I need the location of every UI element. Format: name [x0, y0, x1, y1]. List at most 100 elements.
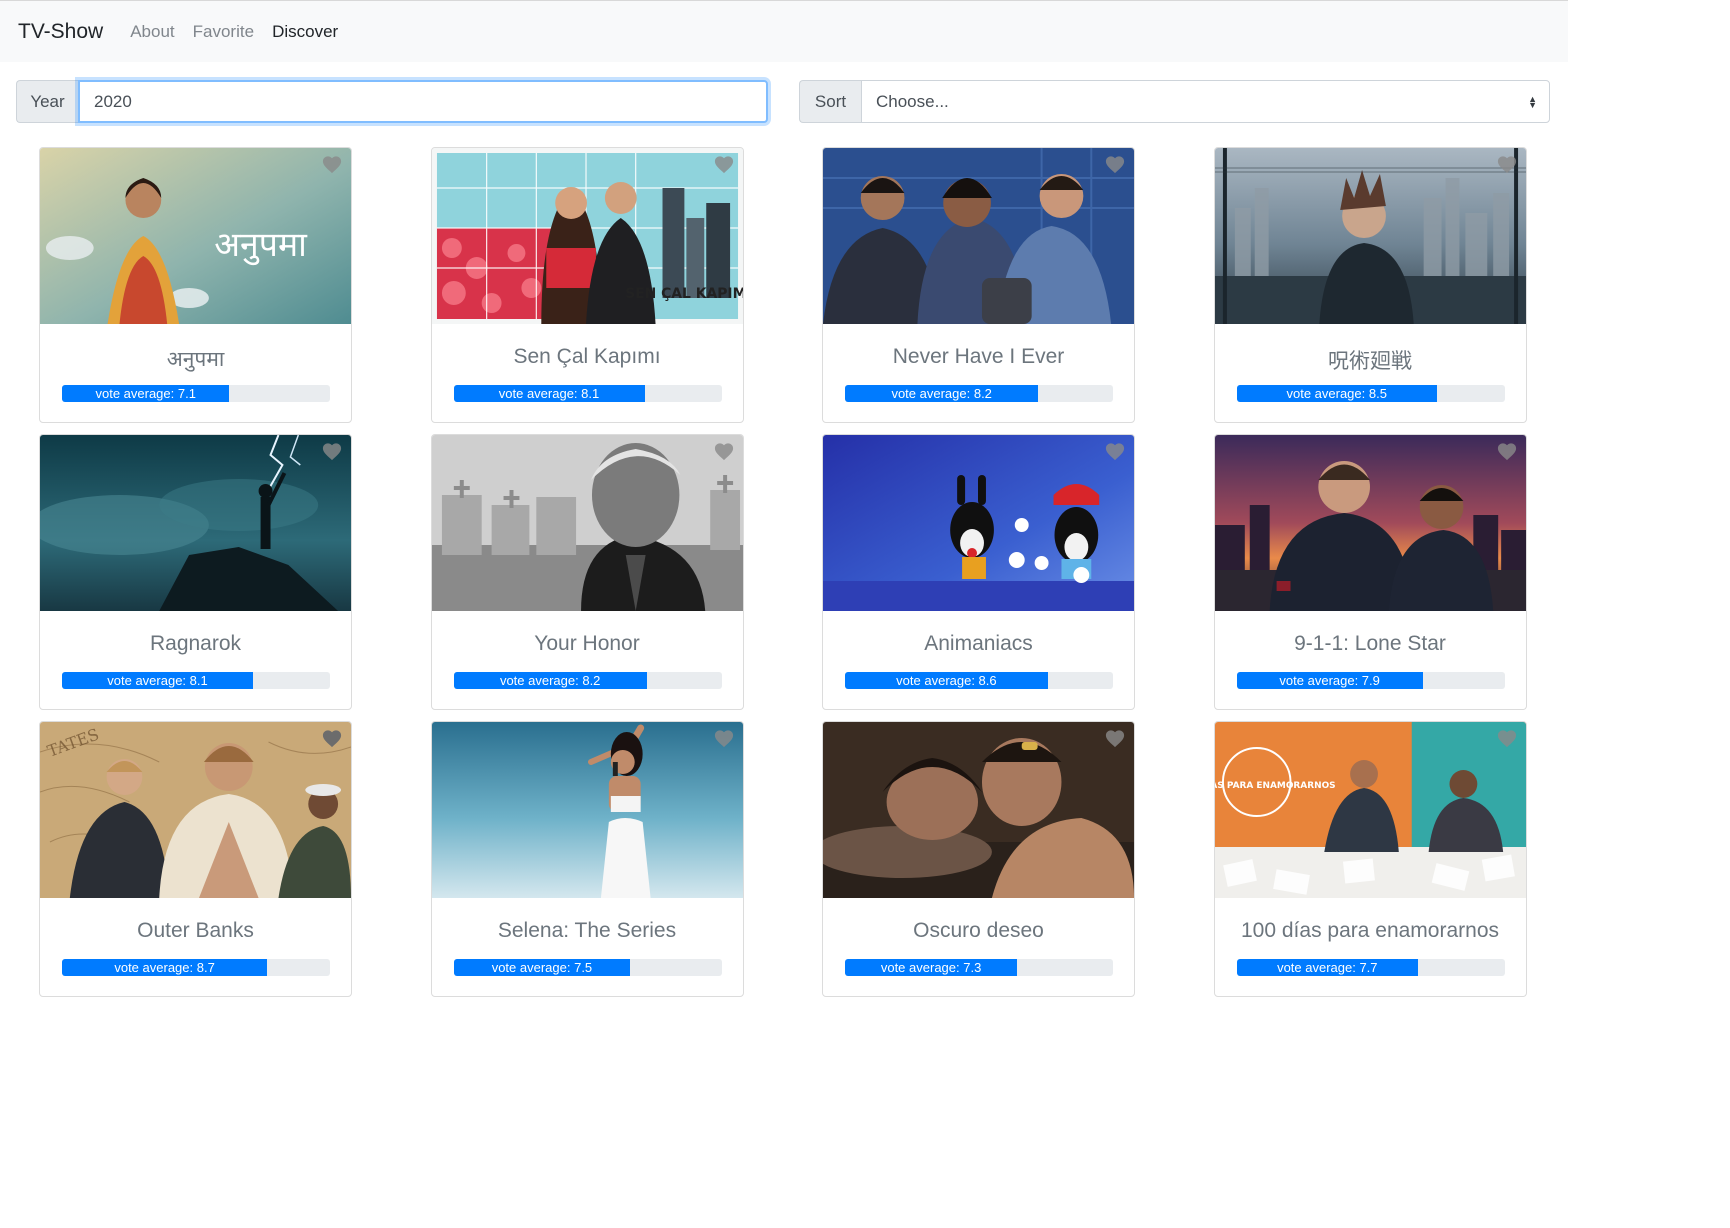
vote-progress: vote average: 7.1	[62, 385, 330, 402]
vote-progress: vote average: 7.3	[845, 959, 1113, 976]
poster-image[interactable]	[431, 722, 743, 898]
year-filter: Year	[16, 80, 768, 123]
heart-icon[interactable]	[1496, 441, 1518, 461]
poster-image[interactable]	[823, 435, 1134, 611]
show-title: अनुपमा	[166, 348, 225, 371]
vote-progress: vote average: 7.7	[1236, 959, 1505, 976]
singer-sky-poster	[431, 722, 743, 898]
show-card-8[interactable]: 9-1-1: Lone Star vote average: 7.9	[1213, 434, 1527, 710]
sort-filter: Sort Choose... ▲ ▼	[799, 80, 1550, 123]
vote-progress: vote average: 8.2	[845, 385, 1113, 402]
show-card-6[interactable]: Your Honor vote average: 8.2	[430, 434, 744, 710]
man-cemetery-poster	[431, 435, 743, 611]
vote-progress-bar: vote average: 8.1	[453, 385, 645, 402]
nav-link-about[interactable]: About	[130, 22, 174, 42]
vote-progress: vote average: 7.5	[453, 959, 722, 976]
heart-icon[interactable]	[1496, 728, 1518, 748]
show-card-7[interactable]: Animaniacs vote average: 8.6	[822, 434, 1135, 710]
show-card-1[interactable]: अनुपमा अनुपमा vote average: 7.1	[39, 147, 352, 423]
show-card-11[interactable]: Oscuro deseo vote average: 7.3	[822, 721, 1135, 997]
select-arrows-icon: ▲ ▼	[1528, 93, 1537, 110]
show-title: 9-1-1: Lone Star	[1294, 632, 1446, 655]
show-grid: अनुपमा अनुपमा vote average: 7.1 SEN ÇAL …	[39, 147, 1527, 997]
lightning-cliff-poster	[40, 435, 351, 611]
heart-icon[interactable]	[321, 441, 343, 461]
poster-image[interactable]: अनुपमा	[40, 148, 351, 324]
vote-progress: vote average: 8.2	[453, 672, 722, 689]
couple-bed-poster	[823, 722, 1134, 898]
heart-icon[interactable]	[713, 154, 735, 174]
three-teens-poster	[823, 148, 1134, 324]
vote-progress: vote average: 8.7	[62, 959, 330, 976]
poster-image[interactable]: 100 DÍAS PARA ENAMORARNOS	[1214, 722, 1526, 898]
show-title: Animaniacs	[924, 632, 1033, 655]
vote-progress-bar: vote average: 8.2	[845, 385, 1039, 402]
year-label: Year	[16, 80, 78, 123]
show-card-2[interactable]: SEN ÇAL KAPIMI Sen Çal Kapımı vote avera…	[430, 147, 744, 423]
poster-caption: अनुपमा	[214, 225, 308, 266]
show-title: Sen Çal Kapımı	[513, 345, 661, 368]
nav-link-favorite[interactable]: Favorite	[193, 22, 254, 42]
poster-caption: 100 DÍAS PARA ENAMORARNOS	[1215, 779, 1336, 791]
vote-progress: vote average: 7.9	[1236, 672, 1505, 689]
vote-progress-bar: vote average: 8.2	[453, 672, 647, 689]
vote-progress-bar: vote average: 7.3	[845, 959, 1018, 976]
show-title: Selena: The Series	[497, 919, 677, 942]
show-title: Your Honor	[534, 632, 640, 655]
teens-map-poster: TATES	[40, 722, 351, 898]
heart-icon[interactable]	[1104, 154, 1126, 174]
poster-image[interactable]	[431, 435, 743, 611]
vote-progress-bar: vote average: 8.1	[62, 672, 254, 689]
heart-icon[interactable]	[1496, 154, 1518, 174]
vote-progress-bar: vote average: 8.5	[1236, 385, 1437, 402]
poster-caption: SEN ÇAL KAPIMI	[625, 286, 743, 302]
woman-portrait-poster: अनुपमा	[40, 148, 351, 324]
vote-progress-bar: vote average: 7.5	[453, 959, 631, 976]
poster-image[interactable]: TATES	[40, 722, 351, 898]
vote-progress-bar: vote average: 8.6	[845, 672, 1048, 689]
group-bed-poster: 100 DÍAS PARA ENAMORARNOS	[1214, 722, 1526, 898]
show-card-12[interactable]: 100 DÍAS PARA ENAMORARNOS 100 días para …	[1213, 721, 1527, 997]
heart-icon[interactable]	[713, 441, 735, 461]
show-card-3[interactable]: Never Have I Ever vote average: 8.2	[822, 147, 1135, 423]
year-input[interactable]	[78, 80, 768, 123]
heart-icon[interactable]	[713, 728, 735, 748]
cartoon-characters-poster	[823, 435, 1134, 611]
vote-progress: vote average: 8.6	[845, 672, 1113, 689]
poster-image[interactable]	[823, 148, 1134, 324]
poster-image[interactable]	[40, 435, 351, 611]
show-title: 呪術廻戦	[1328, 350, 1412, 373]
sort-select[interactable]: Choose... ▲ ▼	[861, 80, 1550, 123]
show-title: Outer Banks	[137, 919, 254, 942]
vote-progress-bar: vote average: 7.1	[62, 385, 230, 402]
heart-icon[interactable]	[1104, 728, 1126, 748]
brand-logo[interactable]: TV-Show	[18, 20, 103, 44]
vote-progress: vote average: 8.5	[1236, 385, 1505, 402]
poster-image[interactable]	[1214, 148, 1526, 324]
heart-icon[interactable]	[321, 728, 343, 748]
show-title: Oscuro deseo	[913, 919, 1044, 942]
nav-link-discover[interactable]: Discover	[272, 22, 338, 42]
heart-icon[interactable]	[321, 154, 343, 174]
vote-progress-bar: vote average: 7.7	[1236, 959, 1419, 976]
sort-selected-value: Choose...	[876, 91, 949, 111]
show-card-4[interactable]: 呪術廻戦 vote average: 8.5	[1213, 147, 1527, 423]
vote-progress: vote average: 8.1	[62, 672, 330, 689]
show-title: Never Have I Ever	[892, 345, 1065, 368]
heart-icon[interactable]	[1104, 441, 1126, 461]
vote-progress-bar: vote average: 7.9	[1236, 672, 1423, 689]
show-title: 100 días para enamorarnos	[1241, 919, 1499, 942]
poster-image[interactable]	[1214, 435, 1526, 611]
show-title: Ragnarok	[149, 632, 242, 655]
poster-image[interactable]: SEN ÇAL KAPIMI	[431, 148, 743, 324]
show-card-10[interactable]: Selena: The Series vote average: 7.5	[430, 721, 744, 997]
poster-image[interactable]	[823, 722, 1134, 898]
anime-city-poster	[1214, 148, 1526, 324]
show-card-5[interactable]: Ragnarok vote average: 8.1	[39, 434, 352, 710]
show-card-9[interactable]: TATES Outer Banks vote average: 8.7	[39, 721, 352, 997]
vote-progress: vote average: 8.1	[453, 385, 722, 402]
firefighters-city-poster	[1214, 435, 1526, 611]
navbar: TV-Show About Favorite Discover	[0, 0, 1568, 62]
vote-progress-bar: vote average: 8.7	[62, 959, 268, 976]
sort-label: Sort	[799, 80, 861, 123]
